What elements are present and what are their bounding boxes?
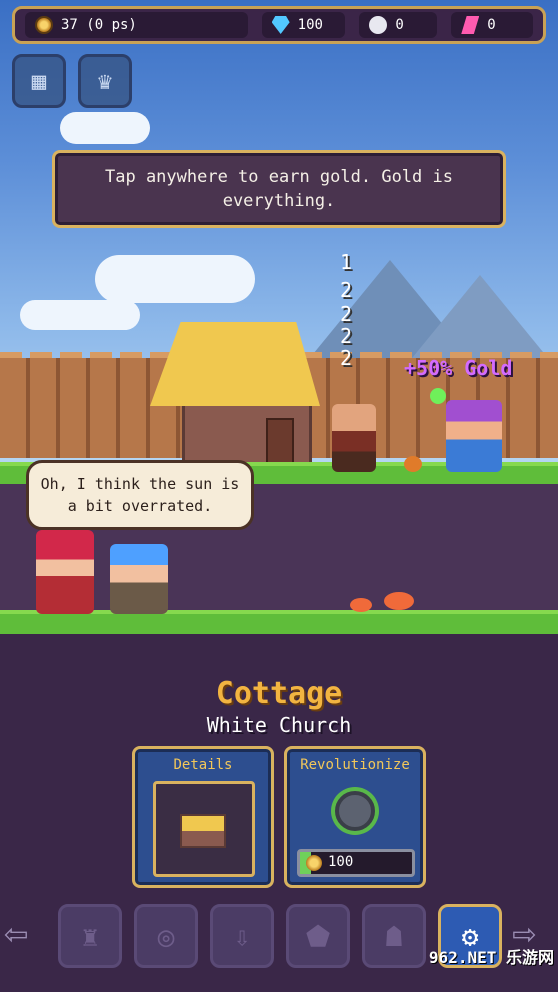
pink-gem-icon: [461, 16, 480, 34]
tutorial-banner[interactable]: Tap anywhere to earn gold. Gold is every…: [52, 150, 506, 228]
skull-icon: [369, 16, 388, 34]
details-label: Details: [173, 757, 233, 773]
float-number: 2: [340, 302, 353, 326]
map-button[interactable]: ▦: [12, 54, 66, 108]
cat-icon: ☗: [385, 919, 403, 953]
upgrade-button[interactable]: ⇩: [210, 904, 274, 968]
trophy-icon: ♜: [81, 919, 99, 953]
pink-gem-counter: 0: [451, 12, 534, 38]
speech-bubble: Oh, I think the sun is a bit overrated.: [26, 460, 254, 530]
float-number: 2: [340, 346, 353, 370]
building-name: Cottage: [215, 676, 343, 711]
trophy-button[interactable]: ♜: [58, 904, 122, 968]
revolutionize-label: Revolutionize: [300, 757, 410, 773]
upgrade-icon: ⇩: [233, 919, 251, 953]
revolution-gear-icon: [335, 791, 375, 831]
gem-icon: [271, 16, 290, 34]
knight-character[interactable]: [110, 544, 168, 614]
resource-bar: 37 (0 ps) 100 0 0: [12, 6, 546, 44]
trophy-icon: ♛: [97, 67, 113, 95]
gold-coin-icon: [35, 16, 53, 34]
map-icon: ▦: [31, 67, 47, 95]
float-number: 1: [340, 250, 353, 274]
watermark-text: 962.NET 乐游网: [428, 948, 554, 967]
speech-text: Oh, I think the sun is a bit overrated.: [40, 475, 240, 515]
compass-icon: ◎: [157, 919, 175, 953]
compass-button[interactable]: ◎: [134, 904, 198, 968]
gem-counter: 100: [261, 12, 346, 38]
achievements-button[interactable]: ♛: [78, 54, 132, 108]
wizard-character[interactable]: [446, 400, 502, 472]
gold-bonus-label: +50% Gold: [404, 356, 513, 380]
gold-value: 37 (0 ps): [61, 17, 137, 33]
arrow-left-icon[interactable]: ⇦: [4, 910, 28, 956]
pumpkin-icon: [404, 456, 422, 472]
cloud: [95, 255, 255, 303]
tutorial-text: Tap anywhere to earn gold. Gold is every…: [105, 167, 453, 211]
king-character[interactable]: [36, 530, 94, 614]
gem-value: 100: [297, 17, 323, 33]
float-number: 2: [340, 278, 353, 302]
gold-counter: 37 (0 ps): [25, 12, 248, 38]
cat-button[interactable]: ☗: [362, 904, 426, 968]
watermark: 962.NET 乐游网: [424, 944, 554, 984]
building-subtitle: White Church: [206, 713, 352, 737]
shield-button[interactable]: ⬟: [286, 904, 350, 968]
revolutionize-card[interactable]: Revolutionize 100: [284, 746, 426, 888]
flower-icon: [350, 598, 372, 612]
villager-character[interactable]: [332, 404, 376, 472]
cottage-thumbnail-icon: [180, 814, 226, 848]
cloud: [60, 112, 150, 144]
cloud: [20, 300, 140, 330]
details-card[interactable]: Details: [132, 746, 274, 888]
skull-counter: 0: [359, 12, 438, 38]
cost-value: 100: [328, 854, 354, 870]
green-orb-icon: [430, 388, 446, 404]
skull-value: 0: [395, 17, 404, 33]
gold-coin-icon: [306, 855, 322, 871]
pink-value: 0: [487, 17, 496, 33]
flower-icon: [384, 592, 414, 610]
building-preview: [153, 781, 255, 877]
shield-icon: ⬟: [305, 919, 331, 953]
float-number: 2: [340, 324, 353, 348]
revolutionize-cost-bar: 100: [297, 849, 415, 877]
